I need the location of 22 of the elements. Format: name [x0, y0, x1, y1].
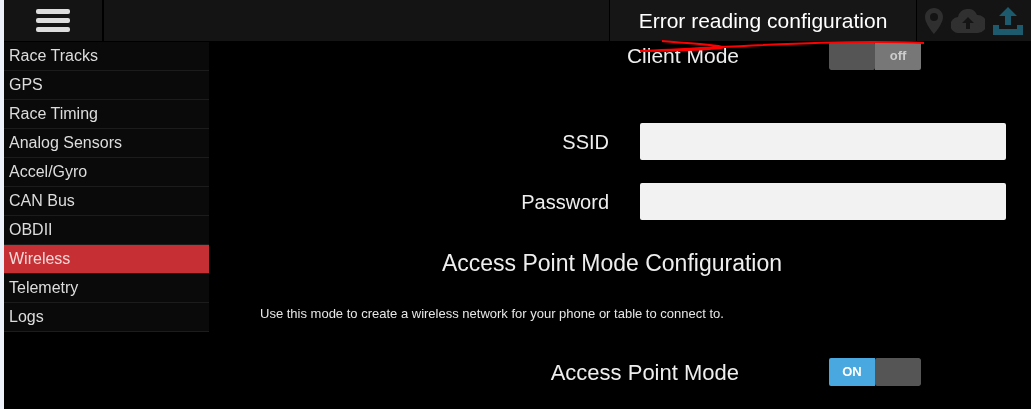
- section-heading: Access Point Mode Configuration: [441, 248, 783, 278]
- status-message: Error reading configuration: [638, 7, 888, 34]
- sidebar-item[interactable]: Accel/Gyro: [4, 158, 209, 187]
- sidebar-item[interactable]: Logs: [4, 303, 209, 332]
- upload-tray-icon[interactable]: [993, 6, 1023, 35]
- sidebar-item[interactable]: Analog Sensors: [4, 129, 209, 158]
- section-description: Use this mode to create a wireless network for your phone or table to connect to.: [260, 306, 724, 321]
- sidebar-item[interactable]: CAN Bus: [4, 187, 209, 216]
- field-label: SSID: [561, 129, 609, 155]
- sidebar-item[interactable]: Race Tracks: [4, 42, 209, 71]
- map-pin-icon[interactable]: [925, 7, 943, 34]
- sidebar-item[interactable]: GPS: [4, 71, 209, 100]
- sidebar-item[interactable]: Race Timing: [4, 100, 209, 129]
- cloud-upload-icon[interactable]: [951, 8, 985, 33]
- access-point-mode-label: Access Point Mode: [549, 358, 739, 387]
- text-field[interactable]: [640, 183, 1006, 220]
- field-label: Password: [520, 189, 609, 215]
- sidebar-item[interactable]: OBDII: [4, 216, 209, 245]
- sidebar-item[interactable]: Wireless: [4, 245, 209, 274]
- text-field[interactable]: [640, 123, 1006, 160]
- client-mode-label: Client Mode: [625, 43, 739, 70]
- sidebar-item[interactable]: Telemetry: [4, 274, 209, 303]
